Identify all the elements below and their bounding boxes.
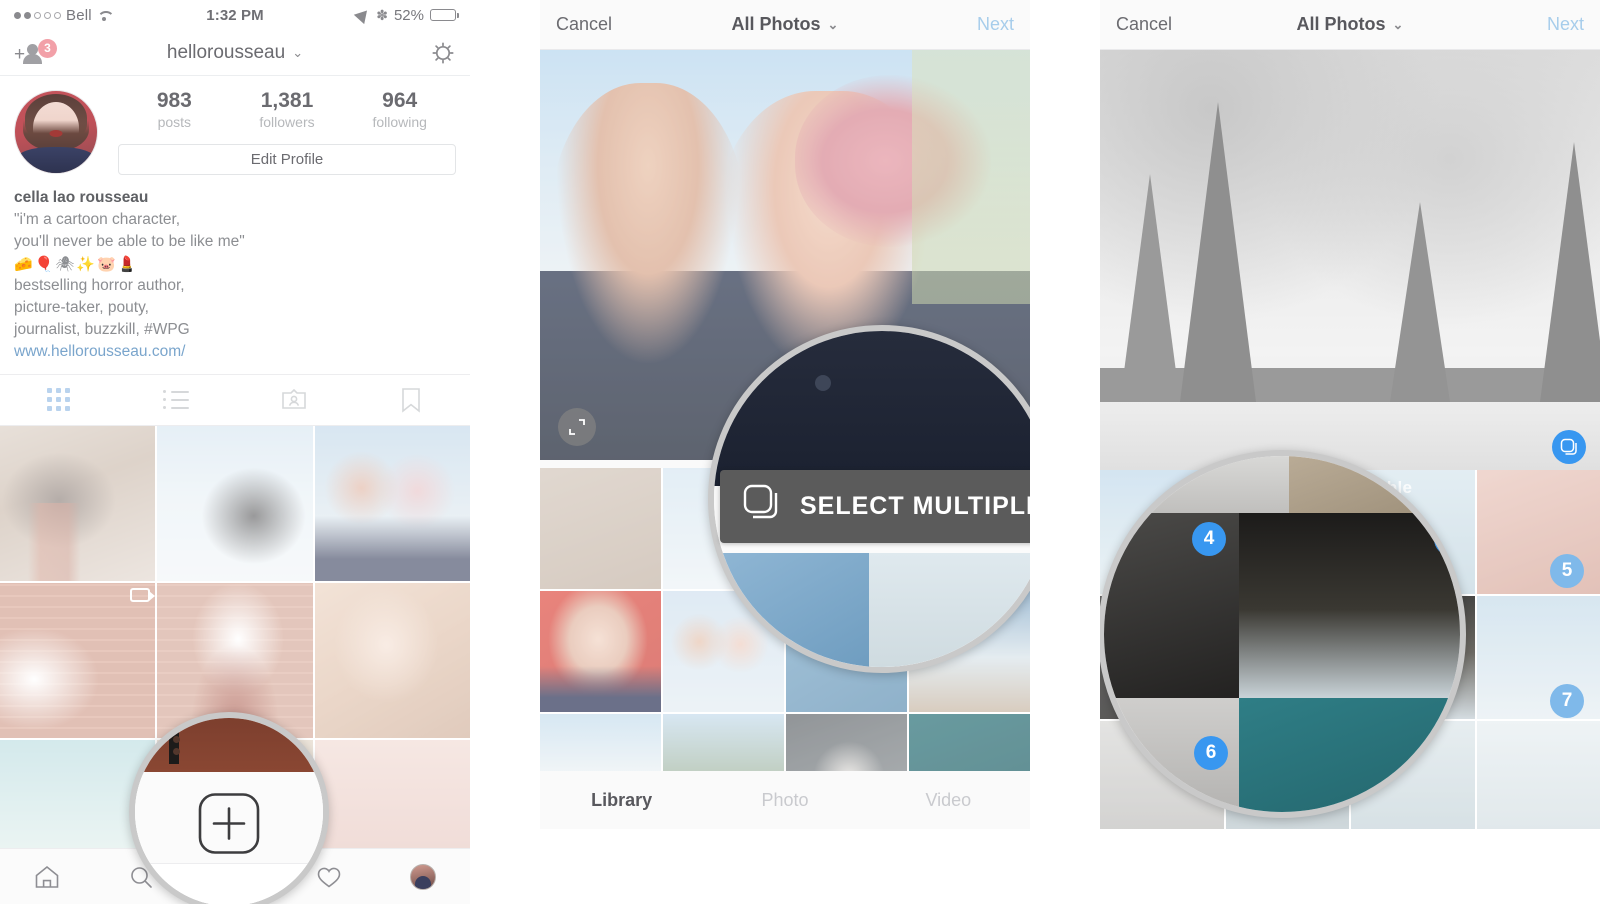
magnified-plus-square-icon[interactable] — [198, 793, 260, 860]
chevron-down-icon: ⌄ — [292, 44, 304, 60]
sidebar-item-tagged[interactable] — [235, 375, 353, 425]
magnifier-content — [135, 718, 323, 904]
sidebar-item-saved[interactable] — [353, 375, 471, 425]
following-count: 964 — [382, 89, 418, 112]
multi-header: Cancel All Photos ⌄ Next — [1100, 0, 1600, 50]
instagram-profile-panel: Bell 1:32 PM ✽ 52% + 3 hellorousseau ⌄ 9… — [0, 0, 470, 904]
picker-tab-bar: Library Photo Video — [540, 771, 1030, 829]
tab-library[interactable]: Library — [540, 790, 703, 811]
video-badge-icon — [130, 587, 156, 602]
grid-icon — [47, 388, 71, 412]
home-nav-button[interactable] — [0, 865, 94, 889]
edit-profile-button[interactable]: Edit Profile — [118, 144, 456, 176]
chevron-down-icon: ⌄ — [1392, 16, 1404, 32]
magnifier-add-post — [129, 712, 329, 904]
select-multiple-toggle[interactable] — [1552, 430, 1586, 464]
next-button[interactable]: Next — [977, 14, 1014, 35]
sidebar-item-grid[interactable] — [0, 375, 118, 425]
followers-label: followers — [259, 114, 315, 131]
tab-photo[interactable]: Photo — [703, 790, 866, 811]
followers-count: 1,381 — [260, 89, 314, 112]
grid-photo[interactable] — [314, 425, 470, 581]
bio-line-5: journalist, buzzkill, #WPG — [14, 321, 190, 339]
album-selector[interactable]: All Photos ⌄ — [1100, 14, 1600, 35]
profile-summary: 983 posts 1,381 followers 964 following … — [0, 76, 470, 176]
username-switcher[interactable]: hellorousseau ⌄ — [0, 42, 470, 64]
album-selector[interactable]: All Photos ⌄ — [540, 14, 1030, 35]
bio-line-2: you'll never be able to be like me" — [14, 233, 245, 251]
list-icon — [163, 390, 190, 410]
home-icon — [34, 865, 60, 889]
pine-tree — [1540, 142, 1600, 402]
avatar[interactable] — [14, 90, 98, 174]
select-multiple-icon — [742, 483, 782, 530]
panel-gap — [1030, 0, 1100, 904]
panel-gap — [470, 0, 540, 904]
stat-posts[interactable]: 983 posts — [118, 89, 231, 131]
magnifier-multi-select: 4 2 6 — [1100, 450, 1466, 818]
battery-icon — [430, 9, 459, 21]
grid-photo[interactable] — [157, 425, 313, 581]
selection-badge[interactable]: 5 — [1550, 554, 1584, 588]
thumbnail[interactable] — [540, 591, 661, 712]
grid-photo[interactable] — [0, 582, 156, 739]
stat-following[interactable]: 964 following — [343, 89, 456, 131]
bio-line-1: "i'm a cartoon character, — [14, 211, 181, 229]
clock-label: 1:32 PM — [206, 6, 264, 24]
avatar-icon — [410, 863, 436, 890]
select-multiple-label: SELECT MULTIPLE — [800, 492, 1030, 520]
album-title-label: All Photos — [1296, 14, 1386, 34]
gear-icon[interactable] — [430, 40, 456, 66]
selection-badge[interactable]: 7 — [1550, 684, 1584, 718]
photo-picker-panel: Cancel All Photos ⌄ Next Library Photo V… — [540, 0, 1030, 829]
bio-display-name: cella lao rousseau — [14, 189, 149, 207]
expand-button[interactable] — [558, 408, 596, 446]
next-button[interactable]: Next — [1547, 14, 1584, 35]
status-bar: Bell 1:32 PM ✽ 52% — [0, 0, 470, 30]
tutorial-screenshot: Bell 1:32 PM ✽ 52% + 3 hellorousseau ⌄ 9… — [0, 0, 1600, 904]
profile-header: + 3 hellorousseau ⌄ — [0, 30, 470, 76]
bio-website-link[interactable]: www.hellorousseau.com/ — [14, 341, 456, 363]
stat-followers[interactable]: 1,381 followers — [231, 89, 344, 131]
thumbnail[interactable] — [540, 468, 661, 589]
pine-tree — [1180, 102, 1256, 402]
expand-arrows-icon — [569, 419, 585, 435]
album-title-label: All Photos — [731, 14, 821, 34]
selection-badge[interactable]: 6 — [1194, 736, 1228, 770]
profile-nav-button[interactable] — [376, 863, 470, 890]
stats-row: 983 posts 1,381 followers 964 following — [118, 89, 456, 131]
magnified-photo-slice — [135, 718, 323, 772]
tagged-person-icon — [281, 388, 306, 409]
username-label: hellorousseau — [166, 41, 286, 63]
selection-badge[interactable]: 4 — [1192, 522, 1226, 556]
profile-bio: cella lao rousseau "i'm a cartoon charac… — [0, 175, 470, 374]
posts-label: posts — [157, 114, 192, 131]
profile-stats-area: 983 posts 1,381 followers 964 following … — [98, 89, 456, 176]
bio-emoji-line: 🧀🎈🕷✨🐷💄 — [14, 255, 139, 273]
tab-video[interactable]: Video — [867, 790, 1030, 811]
posts-count: 983 — [156, 89, 192, 112]
thumbnail[interactable] — [1476, 721, 1600, 829]
bookmark-icon — [402, 387, 421, 413]
sidebar-item-list[interactable] — [118, 375, 236, 425]
pine-tree — [1390, 202, 1450, 402]
profile-tab-bar — [0, 373, 471, 426]
pine-tree — [1120, 174, 1180, 402]
magnifier-content: 4 2 6 — [1104, 456, 1460, 812]
chevron-down-icon: ⌄ — [827, 16, 839, 32]
following-label: following — [372, 114, 427, 131]
select-multiple-tooltip[interactable]: SELECT MULTIPLE — [720, 470, 1030, 543]
bio-line-4: picture-taker, pouty, — [14, 299, 149, 317]
multi-select-panel: Cancel All Photos ⌄ Next 5 7 4 2 6 — [1100, 0, 1600, 829]
photo-preview[interactable] — [1100, 50, 1600, 470]
grid-photo[interactable] — [0, 425, 156, 581]
picker-header: Cancel All Photos ⌄ Next — [540, 0, 1030, 50]
grid-photo[interactable] — [314, 582, 470, 739]
bio-line-3: bestselling horror author, — [14, 276, 185, 294]
